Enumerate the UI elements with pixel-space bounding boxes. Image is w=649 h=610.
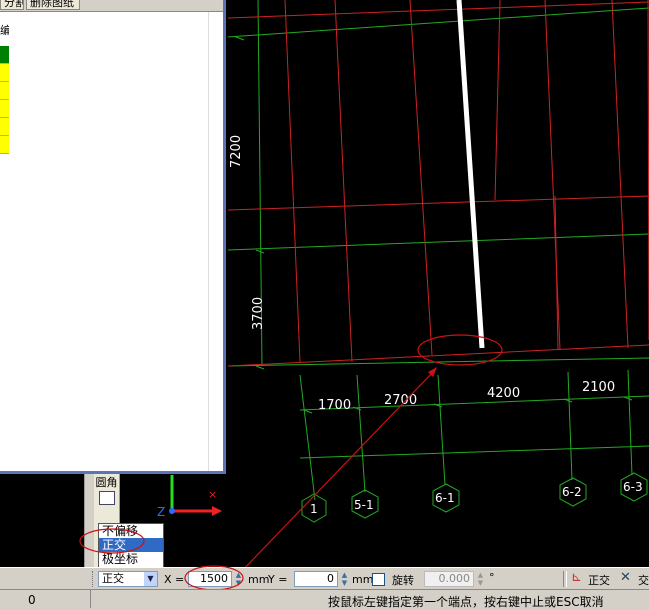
input-toolbar: 正交 ▼ X = 1500 ▲ ▼ mm Y = 0 ▲ ▼ mm 旋转 0.000… [0, 567, 649, 590]
row-swatch[interactable] [0, 46, 9, 64]
axis-line [299, 374, 316, 501]
row-swatch[interactable] [0, 118, 9, 136]
axis-label: 5-1 [354, 498, 374, 512]
status-divider [90, 590, 91, 608]
toolbar-separator [563, 571, 567, 587]
axis-label: 1 [310, 502, 318, 516]
ucs-x-arrow [212, 506, 222, 516]
highlight-ellipse [417, 334, 503, 366]
axis-line [227, 357, 649, 367]
beam-line [611, 0, 629, 349]
status-coord: 0 [28, 593, 36, 607]
y-label: Y = [268, 573, 288, 586]
axis-label: 6-2 [562, 485, 582, 499]
tool-icon[interactable] [98, 491, 115, 505]
dropdown-highlight-ellipse [79, 528, 145, 554]
split-button[interactable]: 分割 [0, 0, 24, 10]
ucs-x-mark: × [208, 488, 217, 501]
ortho-button[interactable]: 正交 [588, 572, 610, 588]
axis-label: 6-3 [623, 480, 643, 494]
chevron-down-icon[interactable]: ▼ [144, 572, 157, 586]
tick [303, 409, 313, 414]
drawing-list-panel: 分割 删除图纸 编 [0, 0, 226, 474]
axis-line [227, 7, 649, 38]
axis-line [227, 233, 649, 251]
dim-text-horizontal: 1700 [318, 398, 351, 413]
axis-line [627, 369, 633, 476]
rotate-spinner[interactable]: ▲ ▼ [475, 571, 486, 587]
beam-line [227, 1, 649, 19]
axis-label: 6-1 [435, 491, 455, 505]
dim-text-vertical: 3700 [251, 297, 266, 330]
row-swatch[interactable] [0, 82, 9, 100]
mode-select[interactable]: 正交 ▼ [98, 571, 158, 587]
status-prompt: 按鼠标左键指定第一个端点，按右键中止或ESC取消 [328, 595, 604, 609]
axis-line [299, 395, 649, 411]
panel-scrollbar[interactable] [208, 12, 223, 471]
intersection-button[interactable]: 交 [638, 572, 649, 588]
ucs-label: Z [157, 505, 165, 519]
dim-text-vertical: 7200 [229, 135, 244, 168]
beam-line [284, 0, 301, 363]
dim-text-horizontal: 4200 [487, 386, 520, 401]
beam-line [494, 0, 501, 201]
rotate-label: 旋转 [392, 574, 414, 587]
ortho-icon: ⊾ [571, 570, 582, 585]
mode-select-value: 正交 [102, 572, 124, 585]
y-input[interactable]: 0 [294, 571, 338, 587]
tick [623, 396, 633, 401]
intersection-icon: ✕ [620, 570, 631, 585]
axis-line [437, 374, 446, 486]
column-header: 编 [0, 24, 9, 37]
beam-line [227, 195, 649, 211]
ucs-origin [169, 508, 175, 514]
toolbar-grip[interactable] [92, 571, 96, 587]
x-label: X = [164, 573, 185, 586]
x-input-highlight-ellipse [184, 565, 244, 591]
row-swatch[interactable] [0, 136, 9, 154]
rotate-checkbox[interactable] [372, 573, 385, 586]
tick [235, 36, 245, 41]
x-unit: mm [248, 573, 270, 586]
axis-line [567, 371, 573, 481]
beam-line [409, 0, 433, 356]
beam-line [544, 0, 561, 351]
row-swatch[interactable] [0, 100, 9, 118]
beam-line [554, 195, 559, 351]
rotate-input[interactable]: 0.000 [424, 571, 474, 587]
y-spinner[interactable]: ▲ ▼ [339, 571, 350, 587]
y-unit: mm [352, 573, 374, 586]
degree-symbol: ° [489, 571, 495, 584]
axis-line [356, 374, 366, 493]
beam-line [334, 0, 353, 363]
panel-button-bar: 分割 删除图纸 [0, 0, 223, 12]
status-bar: 0 按鼠标左键指定第一个端点，按右键中止或ESC取消 [0, 589, 649, 609]
tick [255, 249, 265, 254]
drawn-wall-line [456, 0, 485, 349]
dim-text-horizontal: 2100 [582, 380, 615, 395]
tick [255, 365, 265, 370]
delete-drawing-button[interactable]: 删除图纸 [26, 0, 80, 10]
fillet-label[interactable]: 圆角 [94, 476, 119, 489]
row-swatch[interactable] [0, 64, 9, 82]
